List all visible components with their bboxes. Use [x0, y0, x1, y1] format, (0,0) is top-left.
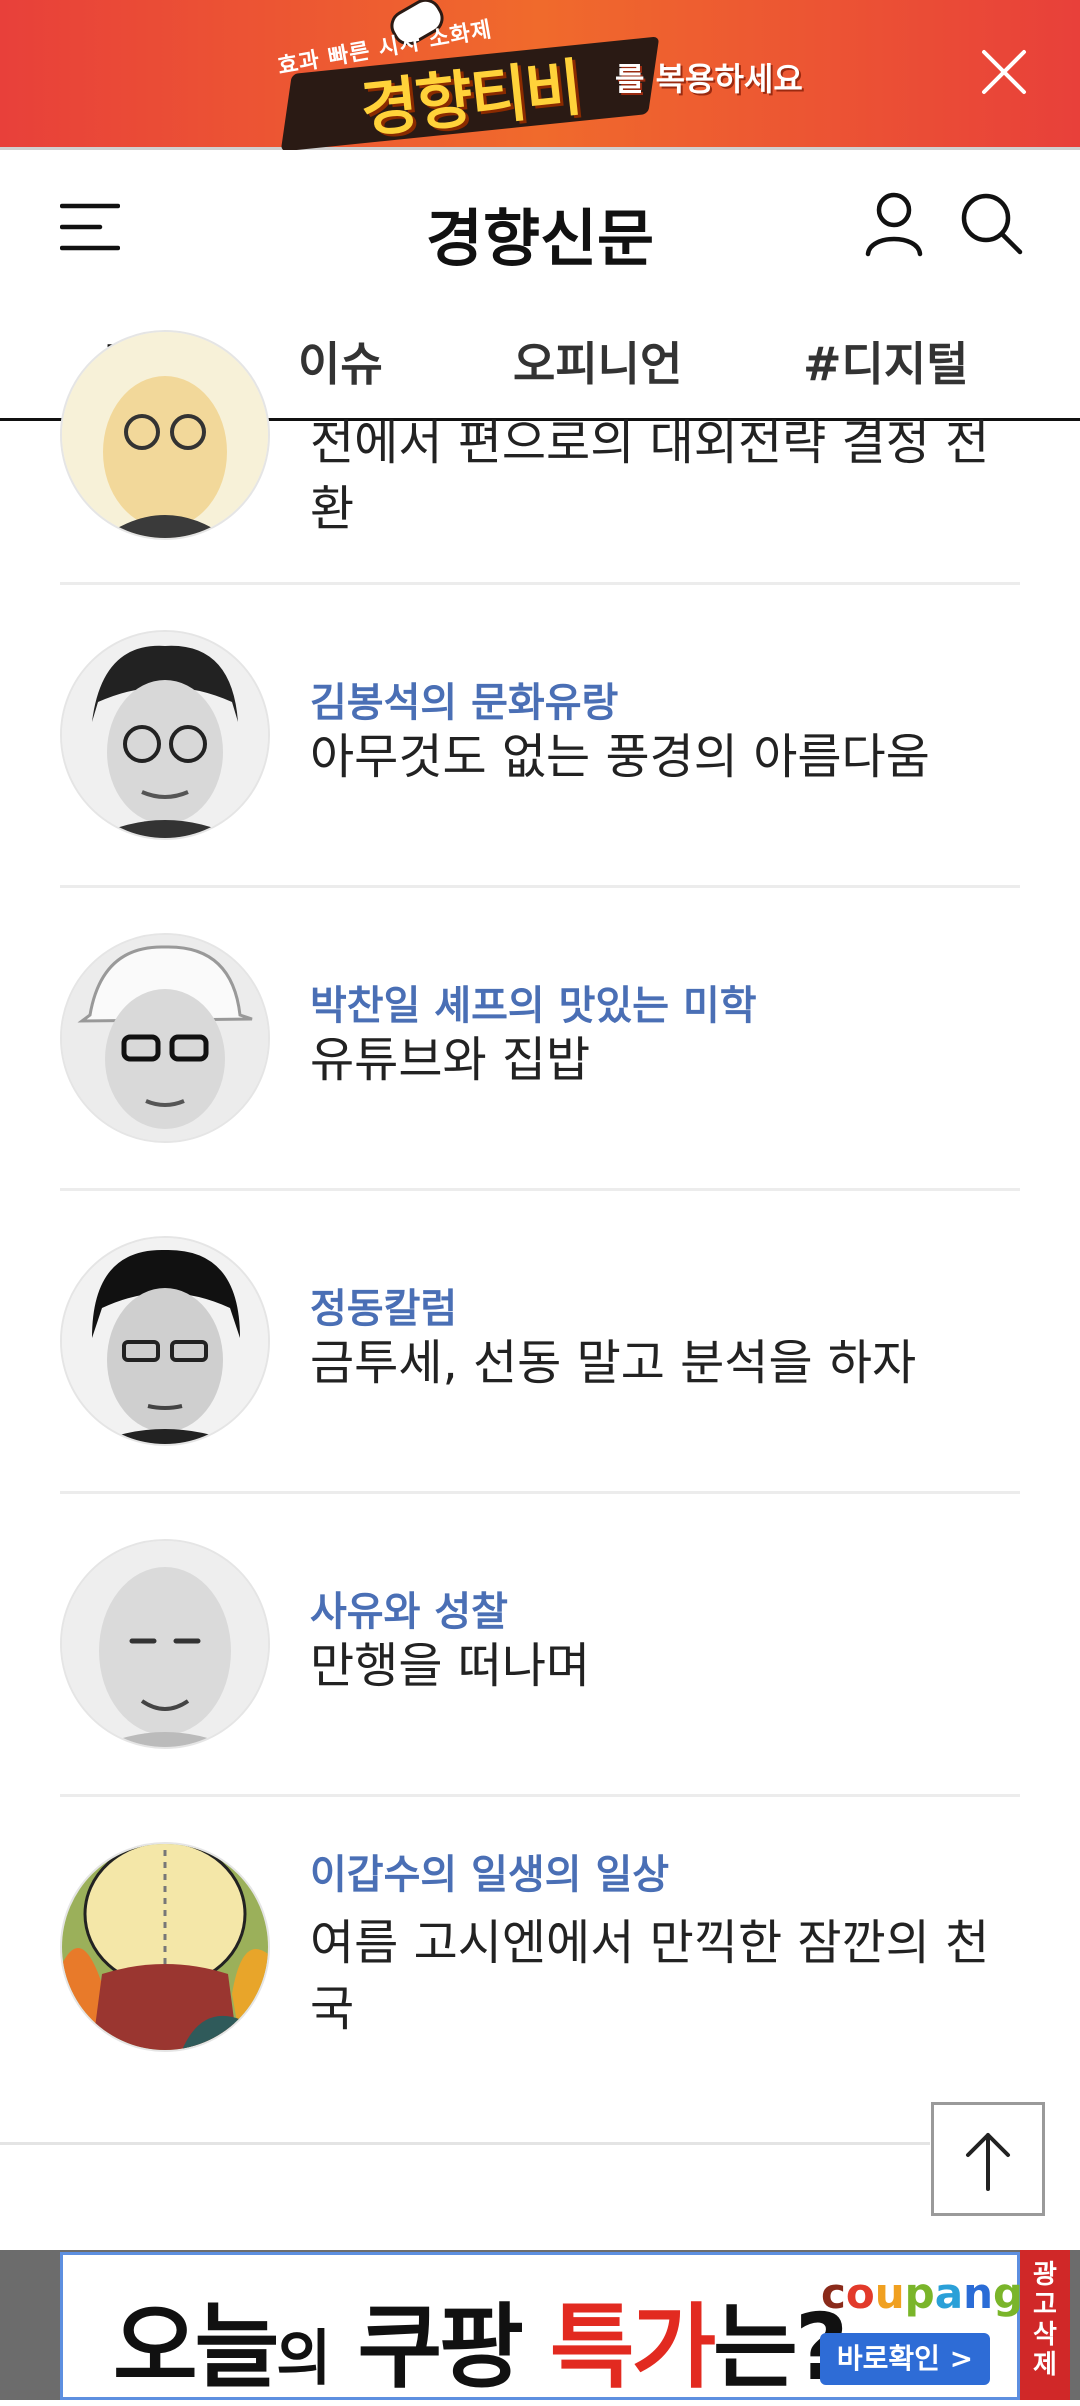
scroll-to-top-button[interactable] [931, 2102, 1045, 2216]
headline[interactable]: 전에서 편으로의 대외전략 결정 전 환 [310, 410, 1030, 542]
promo-artwork[interactable]: 효과 빠른 시사 소화제 경향티비 를 복용하세요 [270, 0, 830, 152]
list-item[interactable]: 김봉석의 문화유랑 아무것도 없는 풍경의 아름다움 [60, 630, 1020, 840]
coupang-ad-banner[interactable]: 오늘의 쿠팡 특가는? coupang coupang 바로확인 > [60, 2252, 1024, 2401]
remove-ad-label: 광고삭제 [1033, 2260, 1057, 2380]
divider [60, 582, 1020, 585]
divider [60, 1491, 1020, 1494]
avatar [60, 630, 270, 840]
list-item[interactable]: 이갑수의 일생의 일상 여름 고시엔에서 만끽한 잠깐의 천 국 [60, 1842, 1020, 2102]
divider [60, 1188, 1020, 1191]
headline[interactable]: 금투세, 선동 말고 분석을 하자 [310, 1330, 1030, 1396]
divider [60, 1794, 1020, 1797]
list-item[interactable]: 박찬일 셰프의 맛있는 미학 유튜브와 집밥 [60, 933, 1020, 1143]
headline[interactable]: 여름 고시엔에서 만끽한 잠깐의 천 국 [310, 1910, 1030, 2042]
headline[interactable]: 아무것도 없는 풍경의 아름다움 [310, 724, 1030, 790]
search-icon[interactable] [958, 190, 1024, 256]
user-icon[interactable] [864, 190, 924, 258]
avatar [60, 1539, 270, 1749]
column-series-label[interactable]: 이갑수의 일생의 일상 [310, 1842, 669, 1900]
ad-headline: 오늘의 쿠팡 특가는? [113, 2294, 848, 2401]
column-series-label[interactable]: 박찬일 셰프의 맛있는 미학 [310, 973, 757, 1031]
headline[interactable]: 만행을 떠나며 [310, 1633, 1030, 1699]
column-series-label[interactable]: 김봉석의 문화유랑 [310, 670, 618, 728]
avatar [60, 1236, 270, 1446]
headline[interactable]: 유튜브와 집밥 [310, 1027, 1030, 1093]
section-divider [0, 2142, 930, 2145]
check-now-button[interactable]: 바로확인 > [820, 2333, 990, 2385]
arrow-up-icon [966, 2133, 1010, 2191]
promo-suffix: 를 복용하세요 [615, 60, 803, 98]
column-series-label[interactable]: 사유와 성찰 [310, 1579, 508, 1637]
avatar [60, 1842, 270, 2052]
coupang-logo: coupang coupang [821, 2269, 1024, 2318]
divider [60, 885, 1020, 888]
avatar [60, 933, 270, 1143]
site-header: 경향신문 [0, 150, 1080, 300]
list-item[interactable]: 전에서 편으로의 대외전략 결정 전 환 [60, 330, 1020, 550]
top-promo-banner[interactable]: 효과 빠른 시사 소화제 경향티비 를 복용하세요 [0, 0, 1080, 152]
close-icon[interactable] [980, 48, 1028, 96]
avatar [60, 330, 270, 540]
list-item[interactable]: 사유와 성찰 만행을 떠나며 [60, 1539, 1020, 1749]
column-series-label[interactable]: 정동칼럼 [310, 1276, 457, 1334]
remove-ad-button[interactable]: 광고삭제 [1020, 2250, 1070, 2400]
list-item[interactable]: 정동칼럼 금투세, 선동 말고 분석을 하자 [60, 1236, 1020, 1446]
